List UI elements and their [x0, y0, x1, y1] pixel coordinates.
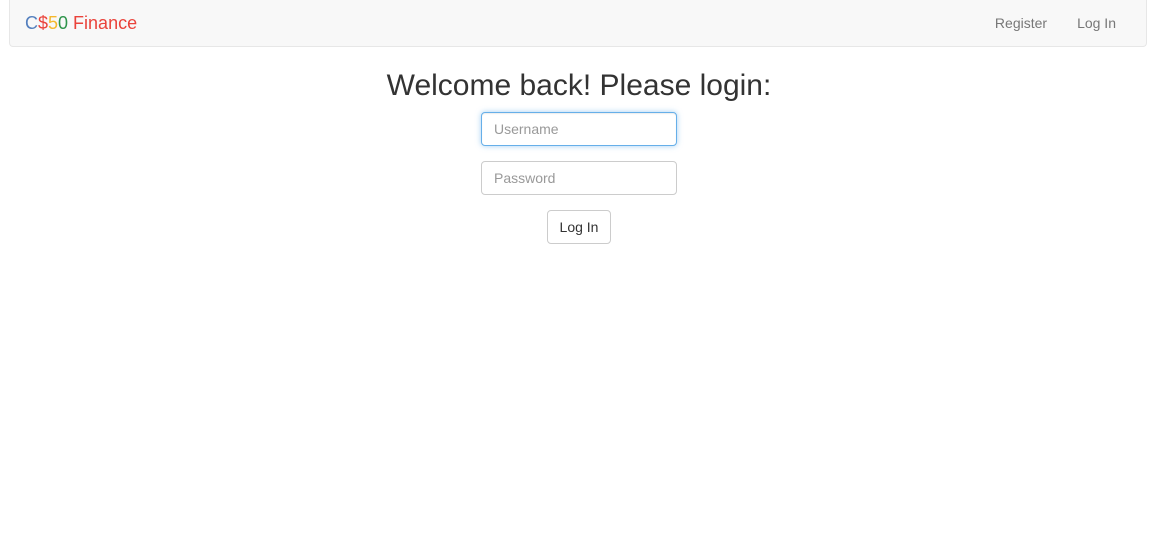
login-form: Welcome back! Please login: Log In: [0, 60, 1149, 244]
password-input[interactable]: [481, 161, 677, 195]
page-title: Welcome back! Please login:: [386, 69, 772, 102]
brand-dollar: $: [38, 13, 49, 33]
nav-register-link[interactable]: Register: [980, 0, 1062, 47]
brand-digit-5: 5: [48, 13, 59, 33]
brand-letter-c: C: [25, 13, 38, 33]
nav-login-link[interactable]: Log In: [1062, 0, 1146, 47]
login-submit-button[interactable]: Log In: [546, 210, 612, 244]
username-input[interactable]: [481, 112, 677, 146]
brand-logo-link[interactable]: C$50 Finance: [25, 12, 137, 34]
navbar: C$50 Finance Register Log In: [9, 0, 1147, 47]
nav-links: Register Log In: [980, 0, 1146, 47]
brand-digit-0: 0: [58, 13, 69, 33]
brand-finance: Finance: [68, 13, 138, 33]
